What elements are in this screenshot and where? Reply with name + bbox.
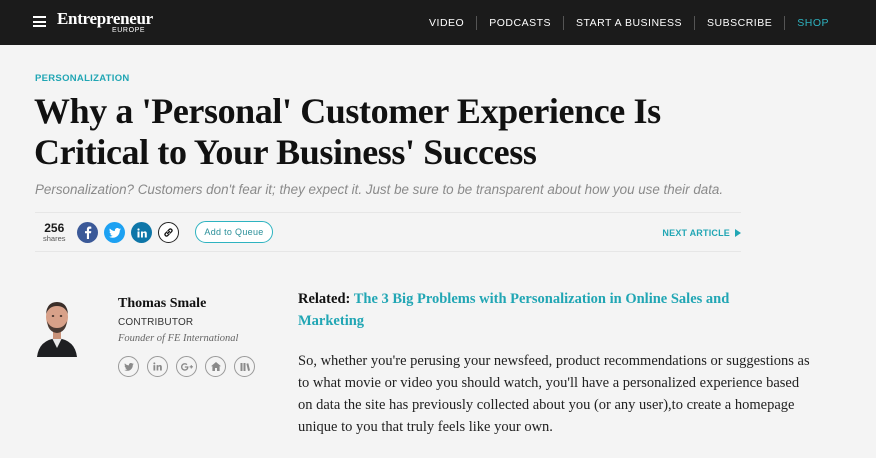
library-icon[interactable] — [234, 356, 255, 377]
nav-shop[interactable]: SHOP — [785, 16, 876, 30]
linkedin-icon[interactable] — [131, 222, 152, 243]
author-bio: Founder of FE International — [118, 333, 239, 344]
article-category[interactable]: PERSONALIZATION — [35, 73, 130, 84]
author-role: CONTRIBUTOR — [118, 317, 194, 328]
share-count-label: shares — [43, 234, 66, 243]
add-to-queue-button[interactable]: Add to Queue — [195, 221, 273, 243]
top-navbar: Entrepreneur EUROPE VIDEO PODCASTS START… — [0, 0, 876, 45]
share-count-number: 256 — [44, 221, 65, 235]
home-icon[interactable] — [205, 356, 226, 377]
logo-edition: EUROPE — [112, 27, 146, 34]
nav-subscribe[interactable]: SUBSCRIBE — [695, 15, 786, 30]
nav-podcasts[interactable]: PODCASTS — [477, 15, 564, 30]
article-paragraph: So, whether you're perusing your newsfee… — [298, 353, 810, 435]
author-social-links — [118, 356, 263, 377]
related-article: Related: The 3 Big Problems with Persona… — [298, 288, 778, 332]
menu-icon[interactable] — [33, 16, 46, 27]
site-logo[interactable]: Entrepreneur EUROPE — [57, 9, 153, 34]
twitter-icon[interactable] — [104, 222, 125, 243]
logo-brand: Entrepreneur — [57, 9, 153, 28]
play-arrow-icon — [735, 229, 741, 237]
facebook-icon[interactable] — [77, 222, 98, 243]
twitter-icon[interactable] — [118, 356, 139, 377]
next-article-label: NEXT ARTICLE — [662, 228, 730, 238]
article-subtitle: Personalization? Customers don't fear it… — [35, 182, 724, 197]
nav-start-a-business[interactable]: START A BUSINESS — [564, 15, 696, 30]
nav-video[interactable]: VIDEO — [417, 15, 478, 30]
share-count: 256 shares — [43, 222, 66, 243]
related-article-link[interactable]: The 3 Big Problems with Personalization … — [298, 291, 729, 329]
share-bar: 256 shares Add to Queue NEXT ARTICLE — [35, 212, 741, 252]
google-plus-icon[interactable] — [176, 356, 197, 377]
article-title: Why a 'Personal' Customer Experience Is … — [34, 91, 661, 172]
author-avatar[interactable] — [35, 293, 79, 357]
linkedin-icon[interactable] — [147, 356, 168, 377]
author-name[interactable]: Thomas Smale — [118, 296, 206, 312]
next-article-link[interactable]: NEXT ARTICLE — [662, 228, 741, 238]
link-icon[interactable] — [158, 222, 179, 243]
related-prefix: Related: — [298, 291, 351, 307]
main-nav: VIDEO PODCASTS START A BUSINESS SUBSCRIB… — [417, 0, 876, 45]
